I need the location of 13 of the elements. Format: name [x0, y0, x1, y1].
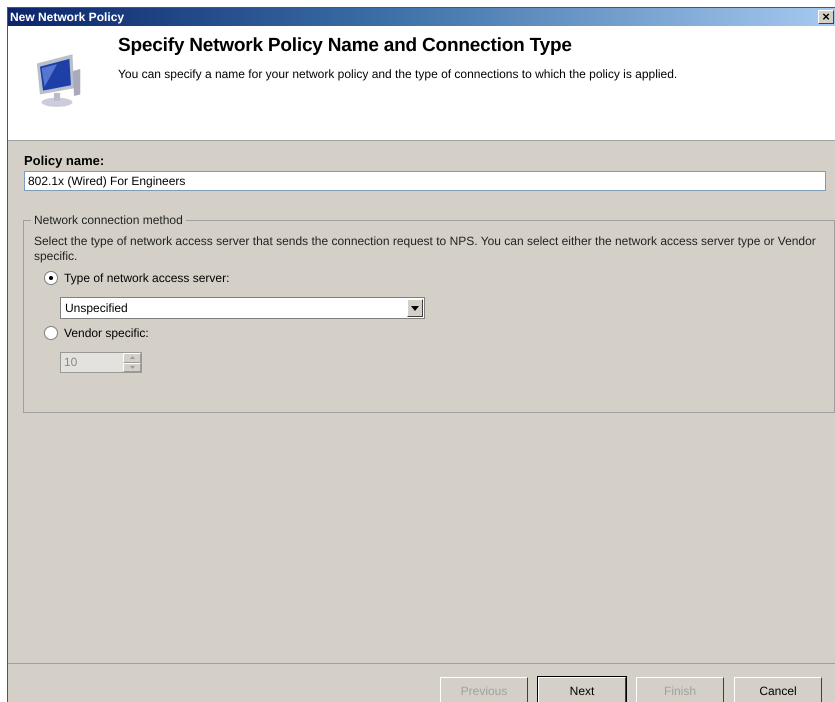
group-title: Network connection method: [33, 213, 184, 227]
close-button[interactable]: ×: [818, 10, 834, 24]
page-description: You can specify a name for your network policy and the type of connections to which the policy is applied.: [118, 67, 678, 81]
field-label: Policy name:: [24, 153, 106, 168]
policy-name-field[interactable]: 802.1x (Wired) For Engineers: [24, 171, 826, 191]
group-description: Select the type of network access server that sends the connection request to NPS. You can select either the network access server type or Vendor specific.: [34, 234, 817, 264]
radio-button[interactable]: [44, 271, 58, 285]
window-title: New Network Policy: [10, 10, 124, 24]
radio-label[interactable]: Type of network access server:: [64, 271, 230, 285]
wizard-button[interactable]: Next: [538, 677, 626, 702]
wizard-button[interactable]: Cancel: [734, 677, 822, 702]
server-type-dropdown[interactable]: Unspecified: [60, 297, 425, 319]
page-heading: Specify Network Policy Name and Connection Type: [118, 35, 573, 57]
